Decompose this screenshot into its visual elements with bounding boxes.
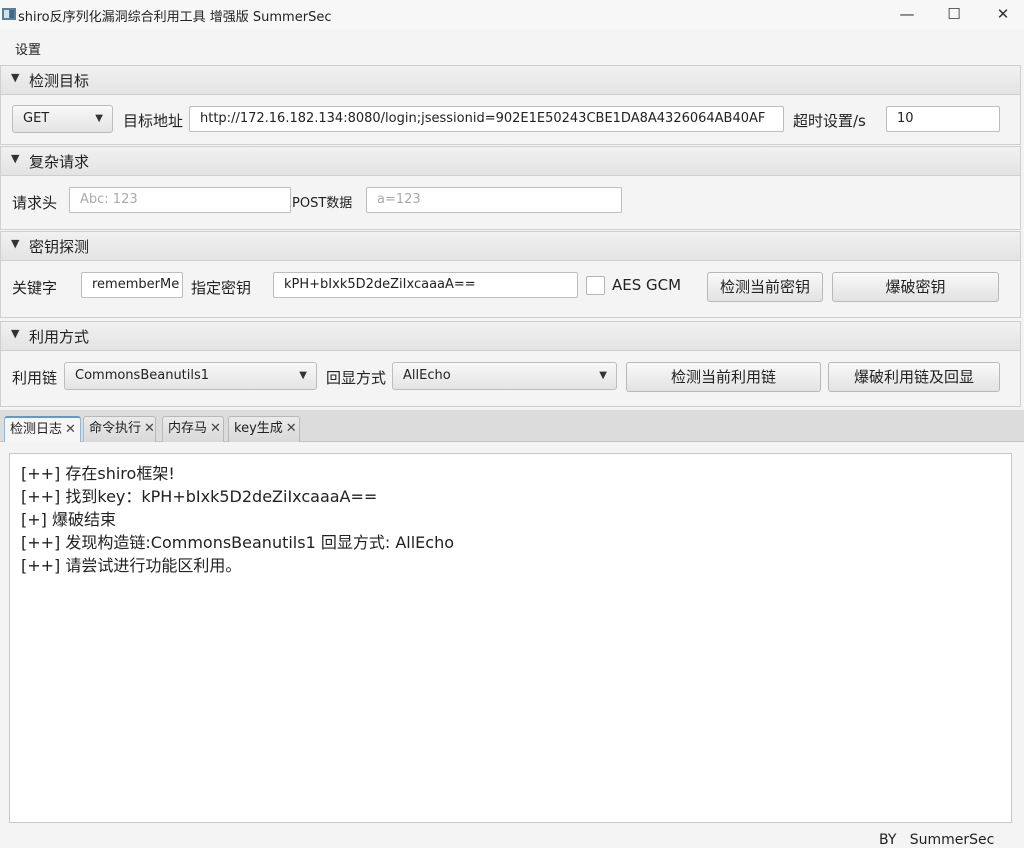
tab-label: key生成 (234, 421, 283, 436)
brute-key-button[interactable]: 爆破密钥 (832, 272, 999, 302)
key-input[interactable]: kPH+bIxk5D2deZiIxcaaaA== (273, 272, 578, 298)
tab-log[interactable]: 检测日志 ✕ (4, 416, 81, 442)
tab-command[interactable]: 命令执行 ✕ (83, 416, 156, 442)
close-icon[interactable]: ✕ (210, 421, 221, 436)
aes-gcm-label: AES GCM (612, 276, 682, 294)
section-body-key: 关键字 rememberMe 指定密钥 kPH+bIxk5D2deZiIxcaa… (0, 261, 1021, 318)
method-select[interactable]: GET ▼ (12, 105, 113, 133)
section-header-exploit[interactable]: ▼ 利用方式 (0, 321, 1021, 351)
section-body-target: GET ▼ 目标地址 http://172.16.182.134:8080/lo… (0, 95, 1021, 145)
post-label: POST数据 (292, 196, 353, 211)
headers-label: 请求头 (12, 194, 58, 212)
caret-down-icon: ▼ (95, 113, 103, 124)
close-icon[interactable]: ✕ (65, 422, 76, 437)
collapse-triangle-icon: ▼ (11, 237, 20, 250)
minimize-button[interactable]: — (884, 0, 930, 30)
log-line: [++] 发现构造链:CommonsBeanutils1 回显方式: AllEc… (21, 533, 454, 552)
echo-label: 回显方式 (326, 369, 387, 387)
window-title: shiro反序列化漏洞综合利用工具 增强版 SummerSec (18, 10, 332, 25)
menu-settings[interactable]: 设置 (15, 39, 41, 58)
section-title: 利用方式 (29, 328, 90, 346)
tab-keygen[interactable]: key生成 ✕ (228, 416, 300, 442)
section-title: 密钥探测 (29, 238, 90, 256)
echo-select[interactable]: AllEcho ▼ (392, 362, 617, 390)
close-icon[interactable]: ✕ (144, 421, 155, 436)
log-line: [+] 爆破结束 (21, 510, 116, 529)
tab-memshell[interactable]: 内存马 ✕ (162, 416, 224, 442)
chain-value: CommonsBeanutils1 (75, 368, 210, 383)
collapse-triangle-icon: ▼ (11, 327, 20, 340)
section-body-complex: 请求头 Abc: 123 POST数据 a=123 (0, 176, 1021, 230)
log-textarea[interactable]: [++] 存在shiro框架! [++] 找到key：kPH+bIxk5D2de… (9, 453, 1012, 823)
close-window-button[interactable]: ✕ (980, 0, 1024, 30)
log-line: [++] 找到key：kPH+bIxk5D2deZiIxcaaaA== (21, 487, 378, 506)
caret-down-icon: ▼ (299, 370, 307, 381)
headers-placeholder: Abc: 123 (80, 192, 138, 207)
collapse-triangle-icon: ▼ (11, 152, 20, 165)
timeout-label: 超时设置/s (793, 112, 866, 130)
method-value: GET (23, 111, 50, 126)
section-header-target[interactable]: ▼ 检测目标 (0, 65, 1021, 95)
section-title: 检测目标 (29, 72, 90, 90)
close-icon[interactable]: ✕ (286, 421, 297, 436)
section-header-key[interactable]: ▼ 密钥探测 (0, 231, 1021, 261)
aes-gcm-checkbox[interactable] (586, 276, 605, 295)
log-line: [++] 请尝试进行功能区利用。 (21, 556, 242, 575)
post-placeholder: a=123 (377, 192, 421, 207)
chain-label: 利用链 (12, 369, 58, 387)
section-title: 复杂请求 (29, 153, 90, 171)
collapse-triangle-icon: ▼ (11, 71, 20, 84)
log-line: [++] 存在shiro框架! (21, 464, 175, 483)
key-label: 指定密钥 (191, 279, 252, 297)
keyword-label: 关键字 (12, 279, 58, 297)
timeout-input[interactable]: 10 (886, 106, 1000, 132)
maximize-button[interactable]: ☐ (931, 0, 977, 30)
caret-down-icon: ▼ (599, 370, 607, 381)
echo-value: AllEcho (403, 368, 451, 383)
keyword-input[interactable]: rememberMe (81, 272, 183, 298)
url-input[interactable]: http://172.16.182.134:8080/login;jsessio… (189, 106, 784, 132)
app-icon (2, 8, 16, 20)
check-chain-button[interactable]: 检测当前利用链 (626, 362, 821, 392)
tab-label: 内存马 (168, 421, 208, 436)
title-bar: shiro反序列化漏洞综合利用工具 增强版 SummerSec — ☐ ✕ (0, 0, 1024, 30)
section-body-exploit: 利用链 CommonsBeanutils1 ▼ 回显方式 AllEcho ▼ 检… (0, 351, 1021, 407)
headers-input[interactable]: Abc: 123 (69, 187, 291, 213)
check-key-button[interactable]: 检测当前密钥 (707, 272, 823, 302)
post-data-input[interactable]: a=123 (366, 187, 622, 213)
url-label: 目标地址 (123, 112, 184, 130)
brute-chain-button[interactable]: 爆破利用链及回显 (828, 362, 1000, 392)
chain-select[interactable]: CommonsBeanutils1 ▼ (64, 362, 317, 390)
footer-credit: BY SummerSec (879, 832, 995, 848)
tab-label: 命令执行 (89, 421, 142, 436)
section-header-complex[interactable]: ▼ 复杂请求 (0, 146, 1021, 176)
menu-bar: 设置 (0, 34, 1024, 62)
tab-label: 检测日志 (10, 422, 63, 437)
